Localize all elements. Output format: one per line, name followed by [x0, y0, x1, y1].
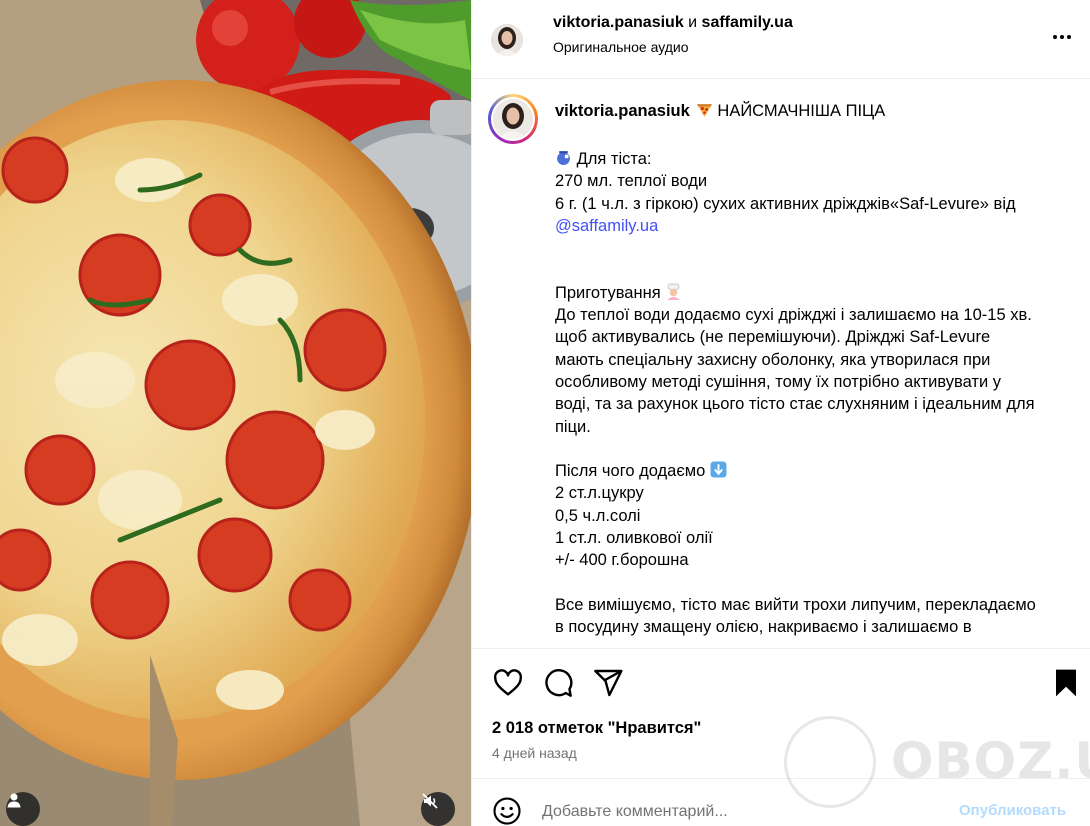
ingredient-water: 270 мл. теплої води: [555, 172, 708, 191]
caption-first-line: viktoria.panasiuk НАЙСМАЧНІША ПІЦА: [555, 101, 885, 121]
audio-muted-icon: [422, 793, 438, 809]
mix-text-1: Все вимішуємо, тісто має вийти трохи лип…: [555, 595, 1036, 614]
down-arrow-emoji-icon: [710, 461, 727, 478]
paper-plane-icon: [594, 669, 623, 697]
post-actions: 2 018 отметок "Нравится" 4 дней назад: [472, 648, 1090, 778]
comment-composer: Опубликовать: [472, 778, 1090, 826]
after-heading: Після чого додаємо: [555, 462, 706, 481]
author-avatar[interactable]: [491, 24, 523, 56]
caption-username[interactable]: viktoria.panasiuk: [555, 102, 690, 120]
more-dots-icon: [1053, 35, 1071, 39]
post-media[interactable]: [0, 0, 471, 826]
comment-input[interactable]: [542, 801, 942, 823]
bookmark-icon: [1056, 669, 1076, 697]
authors-connector: и: [683, 14, 702, 31]
tag-people-button[interactable]: [6, 792, 40, 826]
caption-avatar-story-ring[interactable]: [488, 94, 538, 144]
smiley-icon: [493, 797, 521, 825]
audio-link[interactable]: Оригинальное аудио: [553, 39, 689, 55]
heart-icon: [493, 669, 523, 696]
likes-count[interactable]: 2 018 отметок "Нравится": [492, 719, 701, 738]
ingredient-salt: 0,5 ч.л.солі: [555, 506, 641, 525]
cook-emoji-icon: [667, 283, 681, 300]
prep-text-3: мають спеціальну захисну оболонку, яка у…: [555, 350, 991, 369]
post-panel: viktoria.panasiuk и saffamily.ua Оригина…: [471, 0, 1090, 826]
share-button[interactable]: [592, 667, 624, 699]
dough-emoji-icon: [557, 151, 570, 165]
prep-text-5: воді, та за рахунок цього тісто стає слу…: [555, 395, 1035, 414]
caption-scroll-area[interactable]: viktoria.panasiuk НАЙСМАЧНІША ПІЦА Для т…: [472, 80, 1090, 648]
save-button[interactable]: [1050, 667, 1082, 699]
avatar-photo: [491, 24, 523, 56]
prep-text-4: особливому методі сушіння, тому їх потрі…: [555, 372, 1002, 391]
more-options-button[interactable]: [1050, 30, 1074, 44]
pizza-emoji-icon: [696, 104, 712, 117]
ingredient-oil: 1 ст.л. оливкової олії: [555, 529, 713, 548]
prep-heading: Приготування: [555, 283, 661, 302]
user-tag-icon: [7, 793, 21, 808]
comment-icon: [545, 669, 573, 697]
author-link[interactable]: viktoria.panasiuk: [553, 14, 684, 31]
likes-number: 2 018: [492, 719, 534, 737]
prep-text-1: До теплої води додаємо сухі дріжджі і за…: [555, 306, 1032, 325]
prep-text-2: щоб активувались (не перемішуючи). Дріжд…: [555, 328, 991, 347]
comment-button[interactable]: [542, 667, 574, 699]
mention-link[interactable]: @saffamily.ua: [555, 217, 658, 235]
publish-comment-button[interactable]: Опубликовать: [959, 802, 1066, 819]
post-authors: viktoria.panasiuk и saffamily.ua: [553, 14, 793, 32]
dough-heading: Для тіста:: [576, 150, 652, 168]
likes-label: отметок "Нравится": [537, 719, 702, 737]
caption-title: НАЙСМАЧНІША ПІЦА: [717, 102, 886, 120]
collaborator-link[interactable]: saffamily.ua: [702, 14, 793, 31]
caption-body: Для тіста: 270 мл. теплої води 6 г. (1 ч…: [555, 148, 1055, 639]
pizza-photo: [0, 0, 471, 826]
prep-text-6: піци.: [555, 417, 591, 436]
caption-avatar: [493, 99, 533, 139]
audio-toggle-button[interactable]: [421, 792, 455, 826]
avatar-photo: [493, 99, 533, 139]
ingredient-yeast: 6 г. (1 ч.л. з гіркою) сухих активних др…: [555, 194, 1016, 213]
emoji-picker-button[interactable]: [492, 796, 522, 826]
post-header: viktoria.panasiuk и saffamily.ua Оригина…: [472, 0, 1090, 79]
like-button[interactable]: [492, 667, 524, 699]
mix-text-2: в посудину змащену олією, накриваємо і з…: [555, 618, 972, 637]
ingredient-flour: +/- 400 г.борошна: [555, 551, 689, 570]
ingredient-sugar: 2 ст.л.цукру: [555, 484, 644, 503]
post-timestamp[interactable]: 4 дней назад: [492, 745, 577, 761]
